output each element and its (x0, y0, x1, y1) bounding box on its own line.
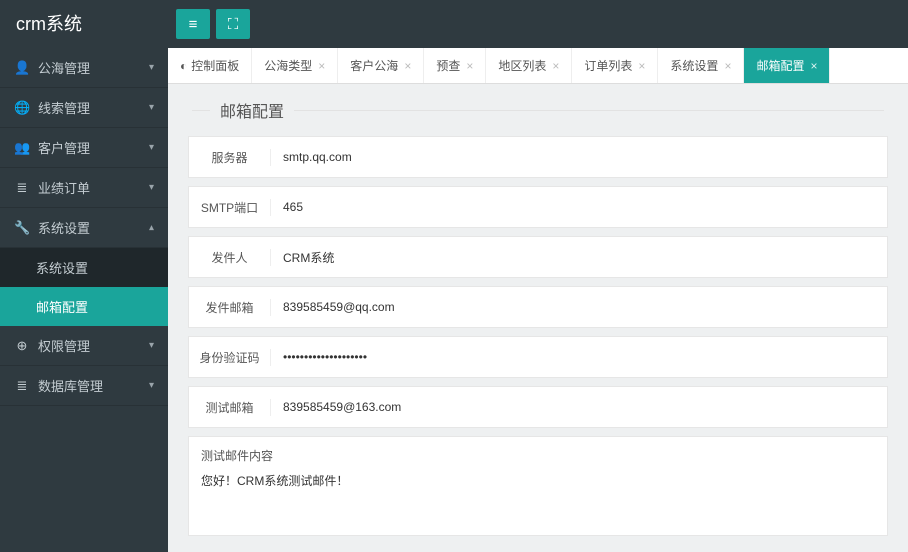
menu-icon: ≣ (14, 180, 30, 196)
panel-title: 邮箱配置 (210, 98, 294, 122)
close-icon[interactable]: × (810, 59, 817, 73)
close-icon[interactable]: × (724, 59, 731, 73)
menu-icon: ⊕ (14, 338, 30, 354)
field-test-content: 测试邮件内容 (188, 436, 888, 536)
close-icon[interactable]: × (552, 59, 559, 73)
sidebar: crm系统 👤公海管理▾🌐线索管理▾👥客户管理▾≣业绩订单▾🔧系统设置▾系统设置… (0, 0, 168, 552)
menu-label: 系统设置 (38, 218, 149, 237)
tab-2[interactable]: 客户公海 × (338, 48, 424, 83)
sidebar-item-3[interactable]: ≣ 业绩订单▾ (0, 168, 168, 208)
tab-1[interactable]: 公海类型 × (252, 48, 338, 83)
sidebar-item-5[interactable]: ⊕ 权限管理▾ (0, 326, 168, 366)
chevron-icon: ▾ (149, 222, 154, 233)
tab-6[interactable]: 系统设置 × (658, 48, 744, 83)
input-sender-email[interactable] (271, 287, 887, 327)
tab-label: 地区列表 (498, 57, 546, 74)
sidebar-item-2[interactable]: 👥 客户管理▾ (0, 128, 168, 168)
sidebar-subitem-1[interactable]: 邮箱配置 (0, 287, 168, 326)
tab-0[interactable]: ◐ 控制面板 (168, 48, 252, 83)
label-server: 服务器 (189, 149, 271, 166)
input-test-content[interactable] (201, 472, 875, 522)
field-server: 服务器 (188, 136, 888, 178)
menu-label: 权限管理 (38, 336, 149, 355)
content-area: 邮箱配置 服务器 SMTP端口 发件人 发件邮箱 身份验证码 (168, 84, 908, 552)
chevron-icon: ▾ (149, 142, 154, 153)
label-auth-code: 身份验证码 (189, 349, 271, 366)
tab-label: 邮箱配置 (756, 57, 804, 74)
menu-toggle-button[interactable]: ≡ (176, 9, 210, 39)
tab-bar: ◐ 控制面板 公海类型 × 客户公海 × 预查 × 地区列表 × 订单列表 × 系统设置 × 邮箱配置 × (168, 48, 908, 84)
label-test-content: 测试邮件内容 (201, 447, 875, 464)
chevron-icon: ▾ (149, 340, 154, 351)
sidebar-subitem-0[interactable]: 系统设置 (0, 248, 168, 287)
close-icon[interactable]: × (638, 59, 645, 73)
tab-5[interactable]: 订单列表 × (572, 48, 658, 83)
menu-label: 数据库管理 (38, 376, 149, 395)
menu-icon: 👤 (14, 60, 30, 76)
tab-label: 客户公海 (350, 57, 398, 74)
field-auth-code: 身份验证码 (188, 336, 888, 378)
sidebar-item-4[interactable]: 🔧 系统设置▾ (0, 208, 168, 248)
field-sender-email: 发件邮箱 (188, 286, 888, 328)
tab-label: 控制面板 (191, 57, 239, 74)
input-sender[interactable] (271, 237, 887, 277)
menu-label: 客户管理 (38, 138, 149, 157)
chevron-icon: ▾ (149, 182, 154, 193)
label-test-email: 测试邮箱 (189, 399, 271, 416)
topbar: ≡ ⛶ (168, 0, 908, 48)
main: ≡ ⛶ ◐控制面板公海类型×客户公海×预查×地区列表×订单列表×系统设置×邮箱配… (168, 0, 908, 552)
input-test-email[interactable] (271, 387, 887, 427)
menu-label: 线索管理 (38, 98, 149, 117)
sidebar-item-6[interactable]: ≣ 数据库管理▾ (0, 366, 168, 406)
menu-icon: ≣ (14, 378, 30, 394)
close-icon[interactable]: × (318, 59, 325, 73)
chevron-icon: ▾ (149, 102, 154, 113)
sidebar-item-0[interactable]: 👤 公海管理▾ (0, 48, 168, 88)
globe-icon: ◐ (180, 59, 187, 73)
input-auth-code[interactable] (271, 337, 887, 377)
menu-label: 公海管理 (38, 58, 149, 77)
menu-label: 业绩订单 (38, 178, 149, 197)
submenu: 系统设置邮箱配置 (0, 248, 168, 326)
menu-icon: 🔧 (14, 220, 30, 236)
field-port: SMTP端口 (188, 186, 888, 228)
tab-label: 公海类型 (264, 57, 312, 74)
field-test-email: 测试邮箱 (188, 386, 888, 428)
tab-3[interactable]: 预查 × (424, 48, 486, 83)
menu-icon: 👥 (14, 140, 30, 156)
tab-label: 订单列表 (584, 57, 632, 74)
fullscreen-button[interactable]: ⛶ (216, 9, 250, 39)
tab-7[interactable]: 邮箱配置 × (744, 48, 830, 83)
tab-4[interactable]: 地区列表 × (486, 48, 572, 83)
label-port: SMTP端口 (189, 199, 271, 216)
close-icon[interactable]: × (466, 59, 473, 73)
brand-title: crm系统 (0, 0, 168, 48)
tab-label: 预查 (436, 57, 460, 74)
input-port[interactable] (271, 187, 887, 227)
menu-icon: 🌐 (14, 100, 30, 116)
input-server[interactable] (271, 137, 887, 177)
sidebar-item-1[interactable]: 🌐 线索管理▾ (0, 88, 168, 128)
label-sender: 发件人 (189, 249, 271, 266)
close-icon[interactable]: × (404, 59, 411, 73)
label-sender-email: 发件邮箱 (189, 299, 271, 316)
sidebar-menu: 👤公海管理▾🌐线索管理▾👥客户管理▾≣业绩订单▾🔧系统设置▾系统设置邮箱配置⊕权… (0, 48, 168, 552)
tab-label: 系统设置 (670, 57, 718, 74)
field-sender: 发件人 (188, 236, 888, 278)
chevron-icon: ▾ (149, 380, 154, 391)
chevron-icon: ▾ (149, 62, 154, 73)
